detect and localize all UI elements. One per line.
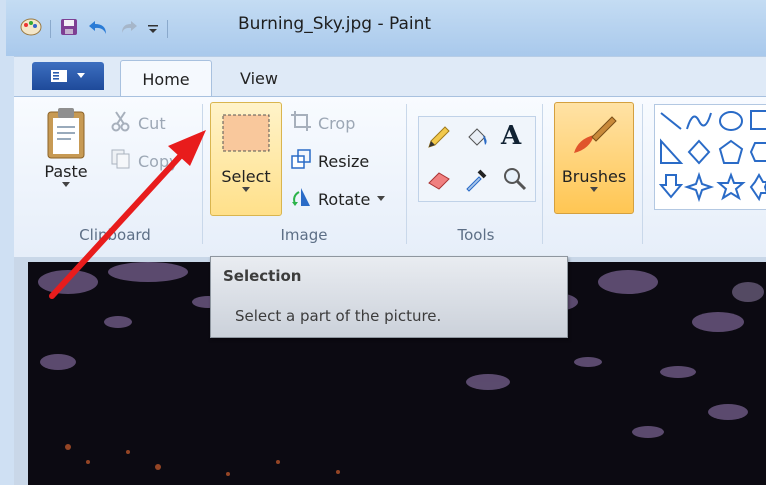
red-annotation-arrow bbox=[49, 130, 206, 299]
paint-window: Burning_Sky.jpg - Paint Home View Paste … bbox=[0, 0, 766, 485]
